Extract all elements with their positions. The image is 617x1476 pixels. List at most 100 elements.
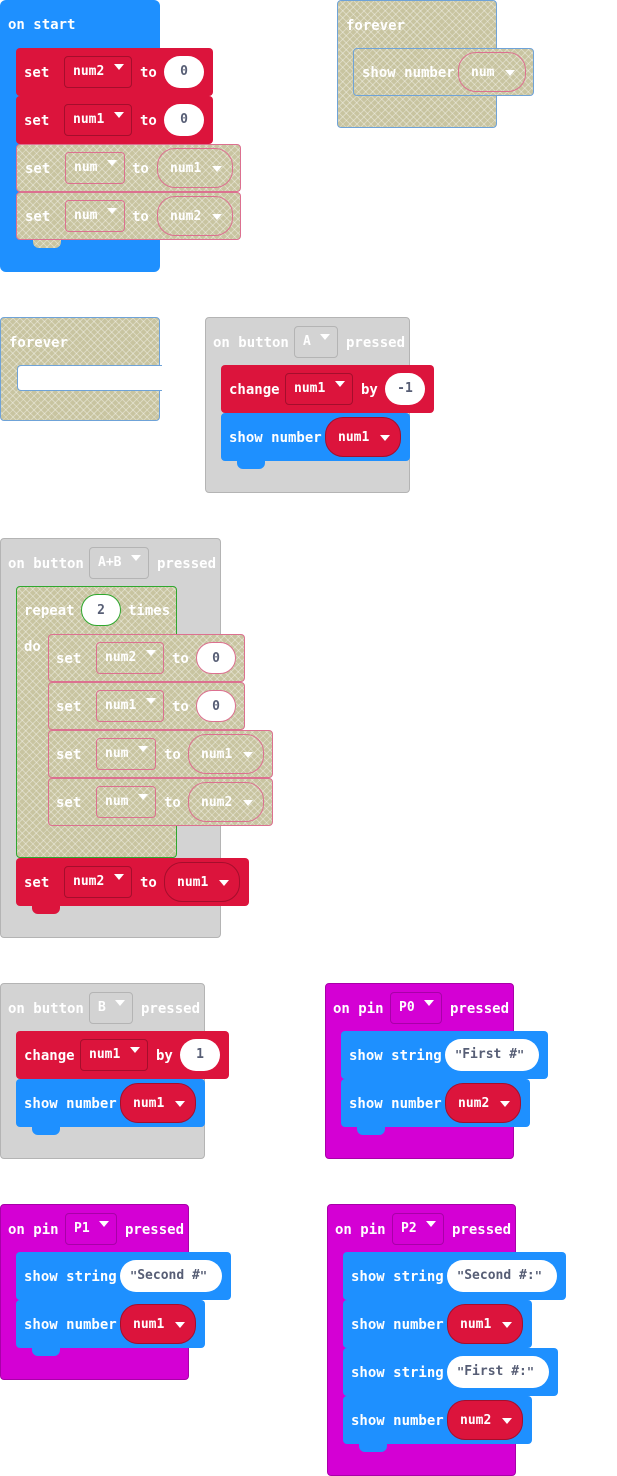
variable-dropdown[interactable]: num	[65, 152, 125, 184]
pressed-label: pressed	[141, 1001, 201, 1017]
pin-name: P0	[399, 1000, 415, 1015]
number-input[interactable]: -1	[385, 373, 425, 405]
variable-dropdown[interactable]: num1	[64, 104, 132, 136]
variable-reporter[interactable]: num1	[447, 1304, 523, 1344]
variable-name: num2	[73, 64, 105, 79]
set-label: set	[24, 65, 50, 81]
change-num1-block[interactable]: change num1 by 1	[16, 1031, 229, 1079]
variable-dropdown[interactable]: num1	[285, 373, 353, 405]
variable-reporter[interactable]: num	[458, 52, 526, 92]
show-number-block[interactable]: show number num1	[16, 1300, 205, 1356]
pin-dropdown[interactable]: P1	[65, 1213, 117, 1245]
variable-reporter[interactable]: num2	[447, 1400, 523, 1440]
show-string-label: show string	[349, 1048, 442, 1064]
set-num1-block[interactable]: set num1 to 0	[16, 96, 213, 144]
variable-name: num2	[460, 1413, 492, 1428]
variable-reporter[interactable]: num1	[188, 734, 264, 774]
variable-name: num1	[177, 875, 209, 890]
chevron-down-icon	[138, 794, 148, 800]
variable-reporter[interactable]: num2	[157, 196, 233, 236]
button-dropdown[interactable]: A+B	[89, 547, 149, 579]
set-num-disabled-block[interactable]: set num to num1	[48, 730, 273, 778]
button-name: A+B	[98, 555, 122, 570]
variable-dropdown[interactable]: num1	[80, 1039, 148, 1071]
chevron-down-icon	[115, 1000, 125, 1006]
set-num2-block[interactable]: set num2 to num1	[16, 858, 249, 914]
chevron-down-icon	[99, 1221, 109, 1227]
forever-empty-block[interactable]: forever	[0, 317, 162, 421]
repeat-count-input[interactable]: 2	[81, 594, 121, 626]
variable-dropdown[interactable]: num	[96, 738, 156, 770]
show-number-block[interactable]: show number num2	[341, 1079, 530, 1135]
variable-name: num1	[133, 1317, 165, 1332]
show-number-block[interactable]: show number num2	[343, 1396, 532, 1452]
show-number-disabled-block[interactable]: show number num	[353, 48, 534, 96]
number-input[interactable]: 1	[180, 1039, 220, 1071]
string-input[interactable]: "Second #"	[120, 1260, 222, 1292]
string-input[interactable]: "First #:"	[447, 1356, 549, 1388]
show-number-block[interactable]: show number num1	[16, 1079, 205, 1135]
chevron-down-icon	[175, 1101, 185, 1107]
variable-name: num1	[73, 112, 105, 127]
chevron-down-icon	[505, 70, 515, 76]
variable-name: num1	[170, 161, 202, 176]
to-label: to	[140, 65, 157, 81]
chevron-down-icon	[502, 1418, 512, 1424]
number-input[interactable]: 0	[164, 104, 204, 136]
set-num-disabled-block[interactable]: set num to num2	[48, 778, 273, 826]
show-string-block[interactable]: show string "Second #:"	[343, 1252, 566, 1300]
show-string-block[interactable]: show string "First #:"	[343, 1348, 558, 1396]
button-dropdown[interactable]: B	[89, 992, 133, 1024]
string-value: Second #:	[464, 1268, 535, 1283]
show-string-block[interactable]: show string "Second #"	[16, 1252, 231, 1300]
string-input[interactable]: "First #"	[445, 1039, 539, 1071]
chevron-down-icon	[426, 1221, 436, 1227]
show-number-block[interactable]: show number num1	[221, 413, 410, 469]
show-number-block[interactable]: show number num1	[343, 1300, 532, 1348]
number-input[interactable]: 0	[196, 642, 236, 674]
pin-dropdown[interactable]: P0	[390, 992, 442, 1024]
variable-reporter[interactable]: num1	[120, 1083, 196, 1123]
show-string-block[interactable]: show string "First #"	[341, 1031, 548, 1079]
variable-name: num1	[338, 430, 370, 445]
change-num1-block[interactable]: change num1 by -1	[221, 365, 434, 413]
variable-reporter[interactable]: num1	[325, 417, 401, 457]
variable-reporter[interactable]: num2	[445, 1083, 521, 1123]
variable-dropdown[interactable]: num2	[64, 866, 132, 898]
set-num-disabled-block[interactable]: set num to num2	[16, 192, 241, 248]
variable-dropdown[interactable]: num1	[96, 690, 164, 722]
set-label: set	[25, 209, 51, 225]
set-num2-block[interactable]: set num2 to 0	[16, 48, 213, 104]
to-label: to	[164, 747, 181, 763]
set-num2-disabled-block[interactable]: set num2 to 0	[48, 634, 245, 682]
number-input[interactable]: 0	[164, 56, 204, 88]
show-number-label: show number	[229, 430, 322, 446]
to-label: to	[172, 651, 189, 667]
do-label: do	[24, 639, 41, 655]
variable-dropdown[interactable]: num2	[96, 642, 164, 674]
to-label: to	[140, 113, 157, 129]
variable-reporter[interactable]: num1	[120, 1304, 196, 1344]
empty-slot	[17, 365, 162, 391]
variable-dropdown[interactable]: num	[65, 200, 125, 232]
variable-reporter[interactable]: num2	[188, 782, 264, 822]
variable-reporter[interactable]: num1	[157, 148, 233, 188]
set-num1-disabled-block[interactable]: set num1 to 0	[48, 682, 245, 730]
button-dropdown[interactable]: A	[294, 326, 338, 358]
variable-name: num2	[458, 1096, 490, 1111]
change-label: change	[229, 382, 280, 398]
chevron-down-icon	[114, 64, 124, 70]
variable-reporter[interactable]: num1	[164, 862, 240, 902]
string-input[interactable]: "Second #:"	[447, 1260, 557, 1292]
variable-dropdown[interactable]: num2	[64, 56, 132, 88]
set-num-disabled-block[interactable]: set num to num1	[16, 144, 241, 192]
variable-dropdown[interactable]: num	[96, 786, 156, 818]
chevron-down-icon	[175, 1322, 185, 1328]
quote-close-icon: "	[526, 1365, 535, 1379]
pin-dropdown[interactable]: P2	[392, 1213, 444, 1245]
on-button-label: on button	[213, 335, 289, 351]
number-input[interactable]: 0	[196, 690, 236, 722]
pin-name: P2	[401, 1221, 417, 1236]
variable-name: num1	[294, 381, 326, 396]
block-notch	[237, 461, 265, 469]
